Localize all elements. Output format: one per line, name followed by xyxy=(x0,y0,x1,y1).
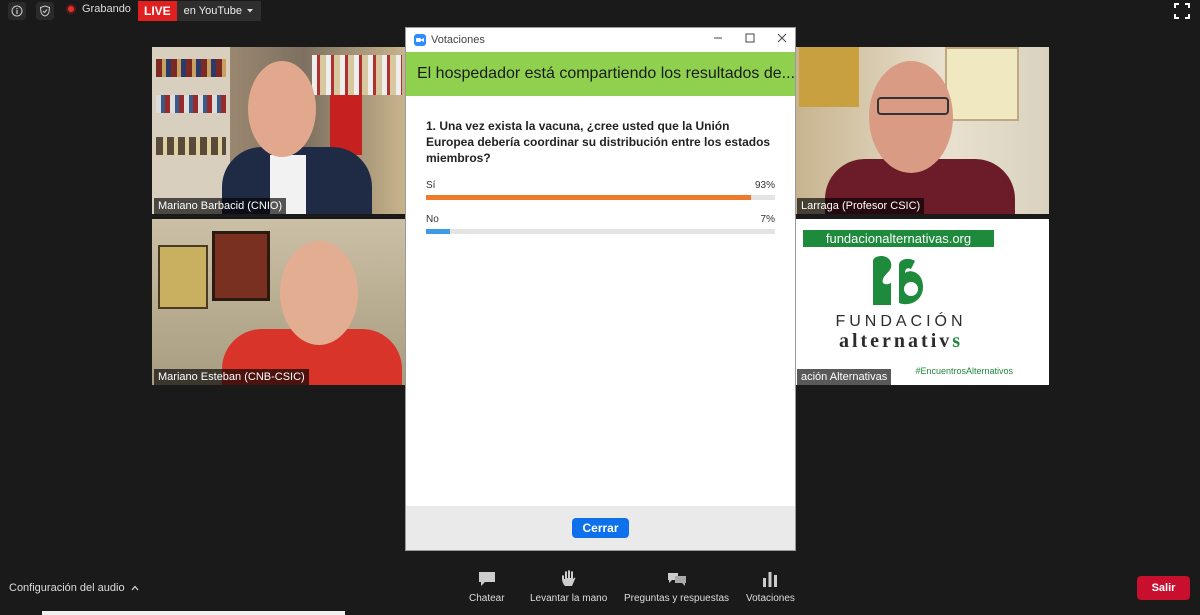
poll-window-title: Votaciones xyxy=(431,34,485,46)
glasses-icon xyxy=(877,97,949,115)
sponsor-word-2: alternativs xyxy=(795,330,1007,353)
video-tile-larraga[interactable]: Larraga (Profesor CSIC) xyxy=(795,47,1049,214)
toolbar-label: Preguntas y respuestas xyxy=(624,593,730,604)
poll-option-label: Sí xyxy=(426,180,436,191)
participant-name: ación Alternativas xyxy=(797,369,892,385)
top-bar: Grabando LIVE en YouTube xyxy=(0,0,1200,24)
live-badge: LIVE xyxy=(138,0,177,21)
hand-icon xyxy=(561,570,576,586)
recording-indicator[interactable]: Grabando xyxy=(66,3,131,15)
video-tile-barbacid[interactable]: Mariano Barbacid (CNIO) xyxy=(152,47,405,214)
audio-settings[interactable]: Configuración del audio xyxy=(9,582,139,594)
toolbar-chat-button[interactable]: Chatear xyxy=(469,570,505,604)
books xyxy=(156,59,226,77)
books xyxy=(156,137,226,155)
bottom-strip xyxy=(42,611,345,615)
sponsor-word-1: FUNDACIÓN xyxy=(835,313,967,330)
books xyxy=(312,55,402,95)
video-tile-fundacion[interactable]: fundacionalternativas.org FUNDACIÓN alte… xyxy=(795,219,1049,385)
toolbar-label: Levantar la mano xyxy=(530,593,608,604)
poll-window: Votaciones El hospedador está compartien… xyxy=(405,27,796,551)
toolbar-label: Chatear xyxy=(469,593,505,604)
maximize-icon[interactable] xyxy=(745,33,755,43)
poll-option-bar-track xyxy=(426,229,775,234)
leave-button[interactable]: Salir xyxy=(1137,576,1190,600)
painting xyxy=(158,245,208,309)
window-controls xyxy=(713,33,787,43)
toolbar-polls-button[interactable]: Votaciones xyxy=(746,570,795,604)
person-head xyxy=(280,241,358,345)
poll-option-bar-track xyxy=(426,195,775,200)
poll-titlebar: Votaciones xyxy=(406,28,795,52)
books xyxy=(156,95,226,113)
participant-name: Mariano Esteban (CNB-CSIC) xyxy=(154,369,309,385)
sponsor-word-2-tail: s xyxy=(952,330,964,352)
zoom-app-icon xyxy=(414,34,426,46)
artwork xyxy=(945,47,1019,121)
chevron-down-icon xyxy=(247,8,253,12)
video-tile-esteban[interactable]: Mariano Esteban (CNB-CSIC) xyxy=(152,219,405,385)
sponsor-url: fundacionalternativas.org xyxy=(803,230,994,247)
sponsor-word-2-main: alternativ xyxy=(838,330,953,352)
poll-question: 1. Una vez exista la vacuna, ¿cree usted… xyxy=(426,119,771,165)
artwork xyxy=(799,47,859,107)
person-head xyxy=(869,61,953,173)
chat-icon xyxy=(478,572,495,586)
minimize-icon[interactable] xyxy=(713,33,723,43)
poll-footer: Cerrar xyxy=(406,506,795,550)
painting xyxy=(212,231,270,301)
poll-option-percent: 7% xyxy=(760,214,775,225)
live-stream-control[interactable]: LIVE en YouTube xyxy=(138,0,261,21)
poll-option-bar-fill xyxy=(426,229,451,234)
participant-name: Larraga (Profesor CSIC) xyxy=(797,198,925,214)
close-poll-button[interactable]: Cerrar xyxy=(572,518,629,538)
fullscreen-icon[interactable] xyxy=(1174,3,1190,19)
poll-icon xyxy=(763,572,778,587)
close-icon[interactable] xyxy=(777,33,787,43)
poll-option-percent: 93% xyxy=(754,180,775,191)
live-target-label: en YouTube xyxy=(183,4,242,17)
person-head xyxy=(248,61,316,157)
info-icon[interactable] xyxy=(8,2,26,20)
red-chair xyxy=(330,95,362,155)
poll-body: 1. Una vez exista la vacuna, ¿cree usted… xyxy=(406,96,795,234)
qa-icon xyxy=(667,573,686,586)
fundacion-logo-icon xyxy=(873,256,923,305)
audio-settings-label: Configuración del audio xyxy=(9,582,125,594)
poll-option-label: No xyxy=(426,214,439,225)
poll-option-bar-fill xyxy=(426,195,751,200)
live-target[interactable]: en YouTube xyxy=(176,0,261,21)
poll-option-no: No 7% xyxy=(426,214,775,234)
poll-option-yes: Sí 93% xyxy=(426,180,775,200)
toolbar-qa-button[interactable]: Preguntas y respuestas xyxy=(624,570,729,604)
sponsor-hashtag: #EncuentrosAlternativos xyxy=(915,366,1013,376)
record-icon xyxy=(66,4,76,14)
poll-banner: El hospedador está compartiendo los resu… xyxy=(406,52,795,96)
recording-label: Grabando xyxy=(82,3,131,15)
chevron-up-icon[interactable] xyxy=(131,585,139,591)
toolbar-raise-hand-button[interactable]: Levantar la mano xyxy=(530,570,607,604)
shield-icon[interactable] xyxy=(36,2,54,20)
participant-name: Mariano Barbacid (CNIO) xyxy=(154,198,287,214)
toolbar-label: Votaciones xyxy=(746,593,795,604)
